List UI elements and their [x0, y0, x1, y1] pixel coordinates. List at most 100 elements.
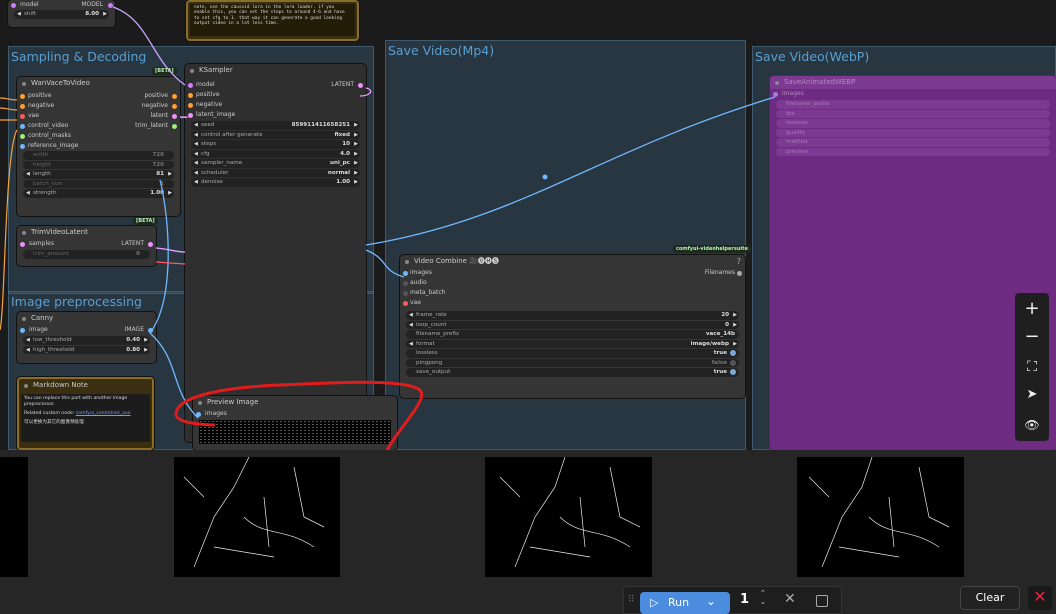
save-animated-webp-node[interactable]: SaveAnimatedWEBP images filename_prefix …: [770, 76, 1056, 450]
zoom-in-button[interactable]: +: [1015, 295, 1049, 323]
close-icon[interactable]: ✕: [1028, 586, 1052, 610]
wanvace-node[interactable]: WanVaceToVideo positive negative vae con…: [17, 77, 180, 216]
format-widget[interactable]: format image/webp: [406, 339, 739, 348]
canny-output-dot[interactable]: [148, 328, 153, 333]
saveanim-filename-widget[interactable]: filename_prefix: [776, 100, 1050, 109]
save-output-label: save_output: [416, 369, 451, 375]
positive-in-dot[interactable]: [20, 94, 25, 99]
control-video-in-dot[interactable]: [20, 124, 25, 129]
format-value: image/webp: [690, 340, 729, 347]
positive-out-dot[interactable]: [172, 94, 177, 99]
drag-handle-icon[interactable]: ⠿: [628, 595, 635, 605]
trim-latent-node[interactable]: TrimVideoLatent samples LATENT trim_amou…: [17, 226, 156, 266]
save-output-toggle[interactable]: save_output true: [406, 368, 739, 377]
vc-meta-batch-dot[interactable]: [403, 291, 408, 296]
batch-size-widget[interactable]: batch_size 1: [23, 179, 174, 188]
cancel-icon[interactable]: ✕: [784, 591, 796, 607]
ksampler-latent-dot[interactable]: [188, 113, 193, 118]
clear-button[interactable]: Clear: [960, 586, 1020, 610]
ksampler-negative-dot[interactable]: [188, 103, 193, 108]
video-combine-node[interactable]: Video Combine 🎥🅥🅗🅢 ? images audio meta_b…: [400, 255, 745, 398]
length-widget[interactable]: length 81: [23, 170, 174, 179]
save-output-toggle-knob[interactable]: [730, 369, 736, 375]
ksampler-node[interactable]: KSampler model positive negative latent_…: [185, 64, 366, 442]
canny-input: image: [29, 326, 48, 333]
save-output-value: true: [713, 369, 727, 375]
preview-images-dot[interactable]: [196, 412, 201, 417]
loop-count-label: loop_count: [416, 321, 447, 328]
lossless-toggle[interactable]: lossless true: [406, 349, 739, 358]
seed-widget[interactable]: seed 859911411658251: [191, 121, 360, 130]
canny-node[interactable]: Canny image IMAGE low_threshold 0.40 high…: [17, 312, 156, 363]
saveanim-quality-widget[interactable]: quality: [776, 128, 1050, 137]
vc-vae-dot[interactable]: [403, 301, 408, 306]
count-stepper-icon[interactable]: ⌃ ⌄: [760, 589, 766, 607]
filename-prefix-label: filename_prefix: [416, 331, 460, 337]
gallery-thumb-4[interactable]: [797, 457, 964, 577]
gallery-thumb-1[interactable]: [0, 457, 28, 577]
height-widget[interactable]: height 720: [23, 160, 174, 169]
saveanim-preview-widget[interactable]: preview: [776, 147, 1050, 156]
ksampler-positive-dot[interactable]: [188, 93, 193, 98]
sampler-name-widget[interactable]: sampler_name uni_pc: [191, 159, 360, 168]
gallery-thumb-2[interactable]: [174, 457, 340, 577]
model-sampling-node[interactable]: model MODEL shift 8.00: [8, 0, 115, 27]
node-canvas[interactable]: Sampling & Decoding Save Video(Mp4) Save…: [0, 0, 1056, 450]
trim-samples-dot[interactable]: [20, 242, 25, 247]
high-threshold-widget[interactable]: high_threshold 0.80: [23, 345, 150, 354]
width-widget[interactable]: width 720: [23, 151, 174, 160]
steps-widget[interactable]: steps 10: [191, 140, 360, 149]
loop-count-widget[interactable]: loop_count 0: [406, 320, 739, 329]
saveanim-method-widget[interactable]: method: [776, 138, 1050, 147]
queue-count[interactable]: 1: [740, 592, 749, 607]
zoom-out-button[interactable]: −: [1015, 323, 1049, 351]
latent-out-dot[interactable]: [172, 114, 177, 119]
pingpong-toggle-knob[interactable]: [730, 359, 736, 366]
ksampler-input-positive: positive: [196, 91, 220, 98]
saveanim-images-dot[interactable]: [773, 92, 778, 97]
chevron-down-icon[interactable]: ⌄: [706, 594, 716, 608]
scheduler-widget[interactable]: scheduler normal: [191, 168, 360, 177]
scheduler-label: scheduler: [201, 169, 229, 176]
top-note-node[interactable]: note, use the causvid lora in the lora l…: [186, 0, 359, 41]
navigate-icon[interactable]: ➤: [1015, 381, 1049, 409]
cfg-widget[interactable]: cfg 4.0: [191, 149, 360, 158]
eye-icon[interactable]: 👁: [1015, 411, 1049, 439]
frame-rate-widget[interactable]: frame_rate 20: [406, 311, 739, 320]
stop-icon[interactable]: [816, 595, 828, 607]
pingpong-toggle[interactable]: pingpong false: [406, 358, 739, 367]
vae-in-dot[interactable]: [20, 114, 25, 119]
lossless-toggle-knob[interactable]: [730, 350, 736, 356]
run-button[interactable]: ▷ Run ⌄: [640, 592, 730, 614]
shift-widget[interactable]: shift 8.00: [14, 10, 109, 19]
control-after-generate-widget[interactable]: control after generate fixed: [191, 130, 360, 139]
gallery-thumb-3[interactable]: [485, 457, 652, 577]
canny-image-in-dot[interactable]: [20, 328, 25, 333]
vc-input-vae: vae: [410, 299, 421, 306]
vc-audio-dot[interactable]: [403, 281, 408, 286]
preview-image-node[interactable]: Preview Image images: [193, 396, 397, 450]
reference-image-in-dot[interactable]: [20, 144, 25, 149]
controlnet-aux-link[interactable]: comfyui_controlnet_aux: [76, 411, 131, 416]
ksampler-output-dot[interactable]: [358, 83, 363, 88]
vc-filenames-dot[interactable]: [737, 271, 742, 276]
markdown-note-node[interactable]: Markdown Note You can replace this part …: [17, 377, 154, 450]
low-threshold-widget[interactable]: low_threshold 0.40: [23, 336, 150, 345]
denoise-widget[interactable]: denoise 1.00: [191, 178, 360, 187]
help-icon[interactable]: ?: [737, 257, 741, 266]
negative-in-dot[interactable]: [20, 104, 25, 109]
trim-output-dot[interactable]: [148, 242, 153, 247]
negative-out-dot[interactable]: [172, 104, 177, 109]
saveanim-lossless-widget[interactable]: lossless: [776, 119, 1050, 128]
trim-amount-widget[interactable]: trim_amount 0: [23, 250, 150, 259]
model-output-dot[interactable]: [108, 3, 113, 8]
ksampler-model-dot[interactable]: [188, 83, 193, 88]
trim-latent-out-dot[interactable]: [172, 124, 177, 129]
model-input-dot[interactable]: [11, 3, 16, 8]
strength-widget[interactable]: strength 1.00: [23, 189, 174, 198]
saveanim-fps-widget[interactable]: fps: [776, 109, 1050, 118]
vc-images-dot[interactable]: [403, 271, 408, 276]
filename-prefix-widget[interactable]: filename_prefix vace_14b: [406, 330, 739, 339]
fit-view-icon[interactable]: ⛶: [1015, 353, 1049, 381]
control-masks-in-dot[interactable]: [20, 134, 25, 139]
